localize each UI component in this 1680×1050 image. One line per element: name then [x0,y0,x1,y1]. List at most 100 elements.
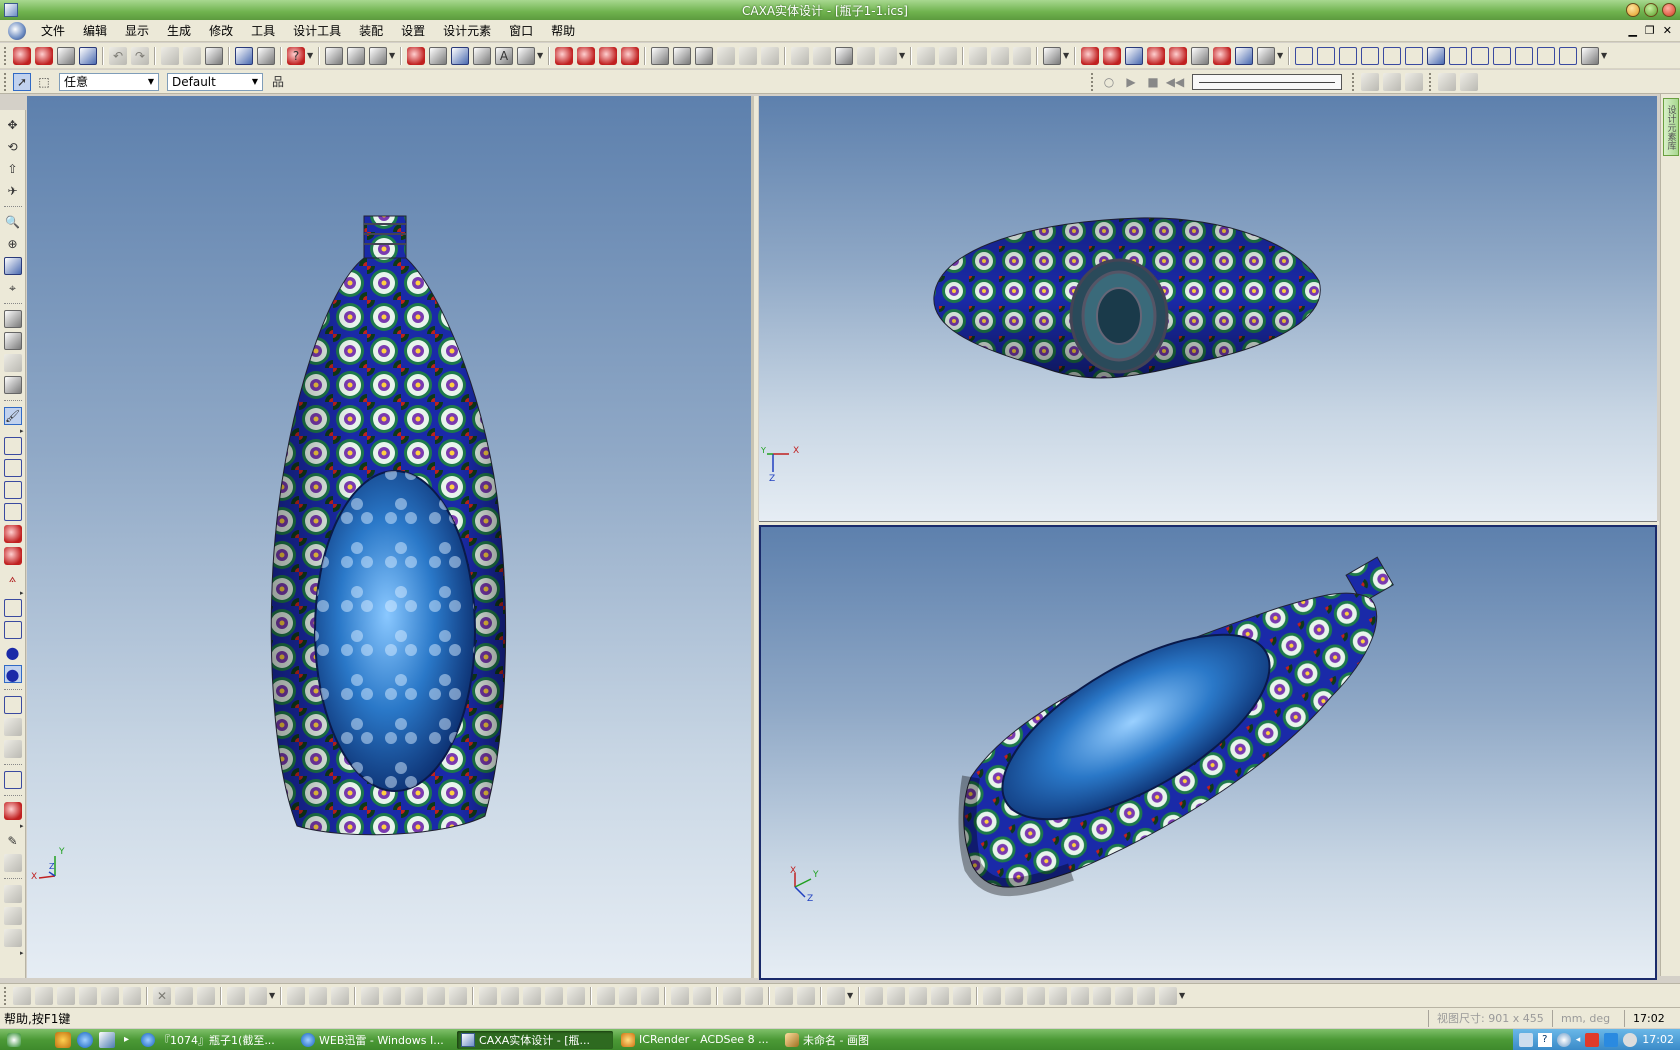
view-center-icon[interactable]: ⌖ [4,279,22,297]
zoom-view-icon[interactable] [369,46,387,65]
scale-icon[interactable] [857,46,875,65]
surface-analysis-icon[interactable] [1559,46,1577,65]
chevron-right-icon[interactable]: ▸ [2,949,24,957]
tray-expand-icon[interactable]: ◂ [1576,1035,1581,1045]
chevron-down-icon[interactable]: ▼ [248,77,262,86]
sketch-offset-icon[interactable] [123,986,141,1005]
sketch-project-icon[interactable] [723,986,741,1005]
sketch-arc-3pt-icon[interactable] [597,986,615,1005]
sketch-rotate-icon[interactable] [249,986,267,1005]
render-icon[interactable] [257,46,275,65]
hidden-line-icon[interactable] [3,718,22,736]
selection-filter-select[interactable]: 任意 ▼ [59,72,159,91]
quicklaunch-app-icon[interactable] [55,1031,71,1048]
menu-edit[interactable]: 编辑 [74,20,116,42]
measure-icon[interactable] [1043,46,1061,65]
constraint-coincident-icon[interactable] [1137,986,1155,1005]
camera-icon[interactable] [3,310,22,328]
taskbar-task-caxa[interactable]: CAXA实体设计 - [瓶... [457,1030,614,1049]
surface-ruled-icon[interactable] [1317,46,1335,65]
style-select[interactable]: Default ▼ [167,72,263,91]
rotate-view-icon[interactable] [347,46,365,65]
constraint-concentric-icon[interactable] [983,986,1001,1005]
constraint-vertical-icon[interactable] [887,986,905,1005]
frame-icon[interactable] [3,481,22,499]
surface-grid-icon[interactable] [1295,46,1313,65]
document-icon[interactable] [8,21,26,40]
sketch-conic-icon[interactable] [671,986,689,1005]
loft-icon[interactable] [473,46,491,65]
animation-camera-icon[interactable] [1438,72,1456,91]
surface-trim-icon[interactable] [695,46,713,65]
orbit-icon[interactable]: ⟲ [4,138,22,156]
camera-orbit-icon[interactable] [3,332,22,350]
draft-icon[interactable] [621,46,639,65]
curve-3d-icon[interactable] [1081,46,1099,65]
surface-sweep-icon[interactable] [1383,46,1401,65]
surface-boundary-icon[interactable] [1427,46,1445,65]
menu-generate[interactable]: 生成 [158,20,200,42]
disassemble-icon[interactable] [939,46,957,65]
texture-icon[interactable] [3,547,22,565]
sketch-point-icon[interactable] [361,986,379,1005]
shell-icon[interactable] [599,46,617,65]
sketch-trim-icon[interactable]: ✕ [153,986,171,1005]
sketch-circle-tangent-icon[interactable] [545,986,563,1005]
surface-repair-icon[interactable] [1537,46,1555,65]
surface-paint-icon[interactable] [3,525,22,543]
surface-cut-icon[interactable] [1493,46,1511,65]
sweep-icon[interactable] [451,46,469,65]
menu-help[interactable]: 帮助 [542,20,584,42]
sketch-circle-3pt-icon[interactable] [501,986,519,1005]
surface-icon[interactable] [651,46,669,65]
viewport-front[interactable]: Y X Z [27,96,754,978]
sketch-polygon-icon[interactable] [449,986,467,1005]
constraint-equal-icon[interactable] [1005,986,1023,1005]
surface-tools-icon[interactable] [1581,46,1599,65]
toolbar-grip[interactable] [4,986,8,1005]
text-icon[interactable]: A [495,46,513,65]
sketch-extend-icon[interactable] [175,986,193,1005]
curve-boundary-icon[interactable] [1169,46,1187,65]
sketch-chamfer-icon[interactable] [797,986,815,1005]
constraint-angle-icon[interactable] [1049,986,1067,1005]
surface-blend-icon[interactable] [1471,46,1489,65]
sketch-circle-2pt-icon[interactable] [523,986,541,1005]
curve-edit-icon[interactable] [1257,46,1275,65]
undo-icon[interactable]: ↶ [109,46,127,65]
menu-settings[interactable]: 设置 [392,20,434,42]
sketch-ellipse-icon[interactable] [567,986,585,1005]
record-icon[interactable]: ○ [1100,73,1118,91]
taskbar-task-acdsee[interactable]: ICRender - ACDSee 8 ... [617,1031,777,1049]
dropdown-arrow-icon[interactable]: ▼ [847,991,855,1000]
menu-display[interactable]: 显示 [116,20,158,42]
sketch-circle-center-icon[interactable] [479,986,497,1005]
mdi-minimize-icon[interactable]: ▁ [1628,24,1636,37]
sketch-bspline-icon[interactable] [693,986,711,1005]
chamfer-icon[interactable] [577,46,595,65]
menu-design-elements[interactable]: 设计元素 [434,20,500,42]
surface-revolve-icon[interactable] [1361,46,1379,65]
sketch-construct-icon[interactable] [383,986,401,1005]
toolbar-grip[interactable] [4,72,8,91]
dropdown-arrow-icon[interactable]: ▼ [899,51,907,60]
surface-extend-icon[interactable] [673,46,691,65]
sketch-spline-icon[interactable] [101,986,119,1005]
display-mode-icon[interactable] [3,771,22,789]
tree-structure-icon[interactable]: 品 [269,73,287,91]
curve-helix-icon[interactable] [1235,46,1253,65]
rewind-icon[interactable]: ◀◀ [1166,73,1184,91]
split-icon[interactable] [835,46,853,65]
surface-loft-icon[interactable] [1339,46,1357,65]
menu-design-tools[interactable]: 设计工具 [284,20,350,42]
constraint-perpendicular-icon[interactable] [931,986,949,1005]
bump-icon[interactable] [3,929,22,947]
dropdown-arrow-icon[interactable]: ▼ [1601,51,1609,60]
select-filter-icon[interactable]: ⬚ [35,73,53,91]
title-bar[interactable]: CAXA实体设计 - [瓶子1-1.ics] [0,0,1680,20]
pan-view-icon[interactable] [325,46,343,65]
bool-add-icon[interactable] [969,46,987,65]
constraint-midpoint-icon[interactable] [1115,986,1133,1005]
constraint-symmetric-icon[interactable] [1093,986,1111,1005]
toolbar-grip[interactable] [1352,72,1356,91]
